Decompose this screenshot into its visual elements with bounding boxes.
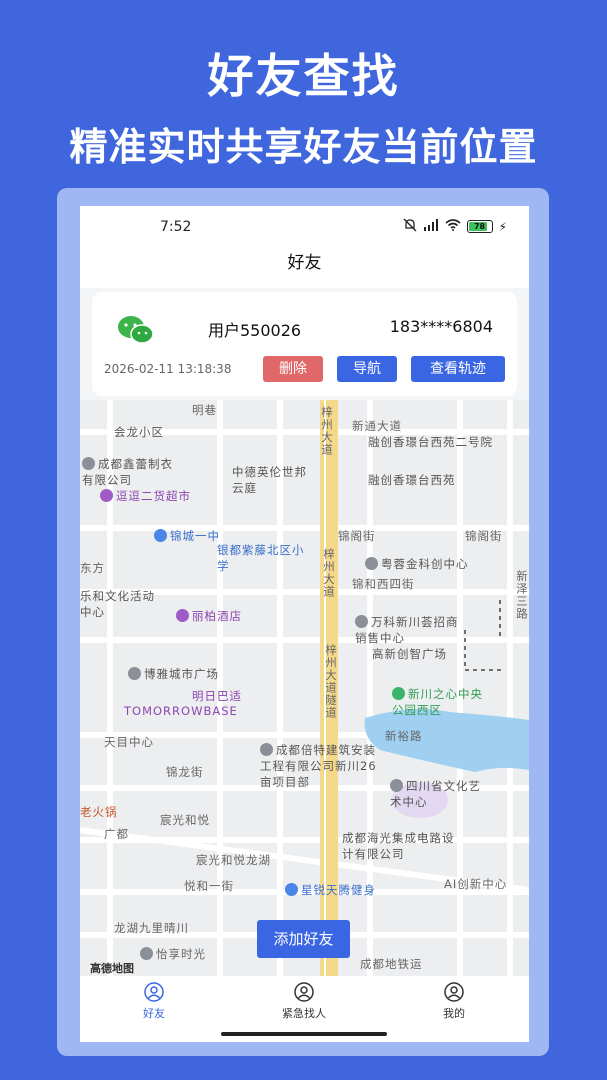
map-poi-boya: 博雅城市广场 — [128, 666, 219, 682]
map-poi-tomorrow: TOMORROWBASE — [124, 704, 238, 718]
map-label-guangdu: 广都 — [104, 827, 129, 841]
wechat-icon — [116, 314, 156, 346]
map-poi-huilong: 会龙小区 — [114, 425, 164, 439]
friend-card[interactable]: 用户550026 183****6804 2026-02-11 13:18:38… — [92, 292, 517, 396]
map-poi-laohuo: 老火锅 — [80, 805, 118, 819]
charging-icon: ⚡ — [498, 219, 507, 234]
navigate-button[interactable]: 导航 — [337, 356, 397, 382]
promo-subtitle: 精准实时共享好友当前位置 — [69, 125, 538, 169]
tab-mine-label: 我的 — [443, 1007, 465, 1020]
map-poi-yuerun: 粤蓉金科创中心 — [365, 556, 469, 572]
map-poi-gaoxin: 高新创智广场 — [372, 647, 447, 661]
nav-bar: 好友 — [80, 248, 529, 288]
view-track-button[interactable]: 查看轨迹 — [411, 356, 505, 382]
map-poi-yindu: 银都紫藤北区小学 — [217, 543, 305, 573]
status-time: 7:52 — [160, 219, 192, 235]
map-poi-haiguang: 成都海光集成电路设计有限公司 — [342, 831, 455, 861]
map-label-ming: 明巷 — [192, 403, 217, 417]
map-poi-xinchuan: 新川之心中央公园西区 — [392, 687, 483, 717]
tab-friends-label: 好友 — [143, 1007, 165, 1020]
delete-button[interactable]: 删除 — [263, 356, 323, 382]
map-poi-tianyi: 天目中心 — [104, 735, 154, 749]
phone-screen: 7:52 78 ⚡ 好友 用户550026 183****6804 2026-0… — [80, 206, 529, 1042]
status-icons: 78 ⚡ — [403, 218, 507, 235]
map-road-xinze: 新泽三路 — [515, 570, 529, 620]
status-bar: 7:52 78 ⚡ — [80, 206, 529, 248]
tab-emergency[interactable]: 紧急找人 — [254, 982, 354, 1021]
map-poi-chenguang: 宸光和悦 — [160, 813, 210, 827]
map-label-dongfang: 东方 — [80, 561, 105, 575]
map-poi-wanke: 万科新川荟招商销售中心 — [355, 615, 459, 645]
map-poi-ditie: 成都地铁运 — [360, 957, 423, 971]
map-poi-xinpu: 成都鑫蕾制衣有限公司 — [82, 457, 173, 487]
map-poi-sichuan: 四川省文化艺术中心 — [390, 779, 481, 809]
map-poi-longhu: 龙湖九里晴川 — [114, 921, 189, 935]
battery-level: 78 — [473, 222, 486, 231]
map-poi-lehe: 乐和文化活动中心 — [80, 589, 155, 619]
map-poi-yixiang: 怡享时光 — [140, 946, 206, 962]
person-circle-icon — [144, 982, 164, 1002]
wifi-icon — [445, 219, 461, 234]
promo-title: 好友查找 — [207, 49, 400, 103]
tab-mine[interactable]: 我的 — [404, 982, 504, 1021]
map-road-yuehe: 悦和一街 — [184, 879, 234, 893]
map-view[interactable]: 明巷 梓州大道 新通大道 会龙小区 融创香璟台西苑二号院 成都鑫蕾制衣有限公司 … — [80, 400, 529, 976]
page-title: 好友 — [287, 253, 322, 273]
friend-name: 用户550026 — [208, 321, 302, 340]
tab-emergency-label: 紧急找人 — [282, 1007, 326, 1020]
home-indicator — [221, 1032, 387, 1036]
map-road-zizhou: 梓州大道 — [320, 406, 334, 456]
add-friend-button[interactable]: 添加好友 — [257, 920, 350, 958]
map-road-jinlong: 锦龙街 — [166, 765, 204, 779]
signal-icon — [423, 219, 439, 234]
map-road-xinyu: 新裕路 — [385, 729, 423, 743]
map-road-tunnel: 梓州大道隧道 — [324, 644, 338, 719]
map-poi-rongchuang2: 融创香璟台西苑 — [368, 473, 456, 487]
person-circle-icon — [294, 982, 314, 1002]
map-poi-rongchuang1: 融创香璟台西苑二号院 — [368, 435, 493, 449]
person-circle-icon — [444, 982, 464, 1002]
tab-friends[interactable]: 好友 — [104, 982, 204, 1021]
map-road-jinhe: 锦和西四街 — [352, 577, 415, 591]
map-poi-zhongde: 中德英伦世邦云庭 — [232, 465, 307, 495]
battery-icon: 78 — [466, 220, 493, 233]
map-road-zizhou2: 梓州大道 — [322, 548, 336, 598]
map-road-jinge2: 锦阁街 — [465, 529, 503, 543]
map-road-xintong: 新通大道 — [352, 419, 402, 433]
map-provider-logo: 高德地图 — [90, 962, 134, 975]
map-poi-erhuo: 逗逗二货超市 — [100, 488, 191, 504]
map-poi-mingri: 明日巴适 — [192, 689, 242, 703]
map-poi-xingrui: 星锐天腾健身 — [285, 882, 376, 898]
map-poi-chenguang2: 宸光和悦龙湖 — [196, 853, 271, 867]
map-road-jinge: 锦阁街 — [338, 529, 376, 543]
friend-timestamp: 2026-02-11 13:18:38 — [104, 362, 232, 376]
map-poi-aichuang: AI创新中心 — [444, 877, 508, 891]
mute-icon — [403, 218, 417, 235]
map-poi-libai: 丽柏酒店 — [176, 608, 242, 624]
map-poi-beite: 成都倍特建筑安装工程有限公司新川26亩项目部 — [260, 743, 377, 789]
map-poi-jincheng: 锦城一中 — [154, 528, 220, 544]
friend-phone: 183****6804 — [389, 317, 493, 336]
